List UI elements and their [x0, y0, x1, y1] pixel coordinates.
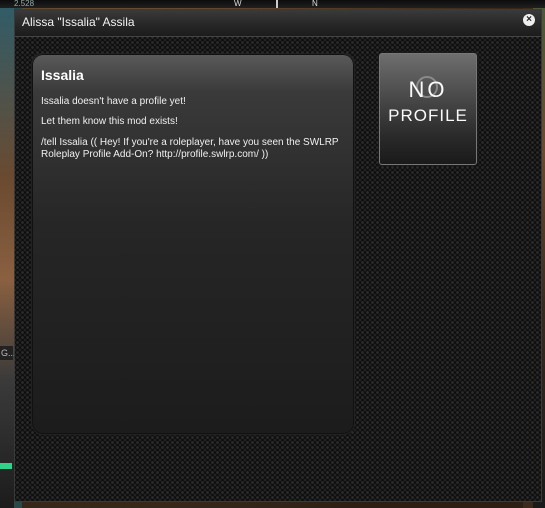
window-titlebar[interactable]: Alissa "Issalia" Assila ×: [15, 10, 541, 37]
hud-readout: 2.528: [14, 0, 35, 8]
profile-prompt: Let them know this mod exists!: [41, 116, 178, 127]
profile-tell-command: /tell Issalia (( Hey! If you're a rolepl…: [41, 137, 339, 160]
no-profile-word-no: NO: [408, 77, 448, 102]
no-profile-image: NO PROFILE: [379, 53, 477, 165]
no-profile-word-profile: PROFILE: [388, 106, 468, 125]
compass-north: N: [312, 0, 318, 8]
compass-west: W: [234, 0, 242, 8]
compass: W N: [228, 0, 328, 8]
game-world-left-edge: [0, 0, 14, 508]
close-icon[interactable]: ×: [523, 14, 535, 26]
profile-message: Issalia doesn't have a profile yet!: [41, 96, 186, 107]
window-title: Alissa "Issalia" Assila: [22, 15, 135, 29]
profile-window: Alissa "Issalia" Assila × Issalia Issali…: [14, 9, 542, 502]
hud-green-bar: [0, 463, 12, 469]
hud-left-tag: G...: [0, 346, 16, 360]
top-hud-bar: 2.528 W N: [0, 0, 545, 8]
compass-marker: [276, 0, 278, 8]
profile-card: Issalia Issalia doesn't have a profile y…: [31, 53, 355, 435]
profile-name: Issalia: [41, 67, 84, 83]
